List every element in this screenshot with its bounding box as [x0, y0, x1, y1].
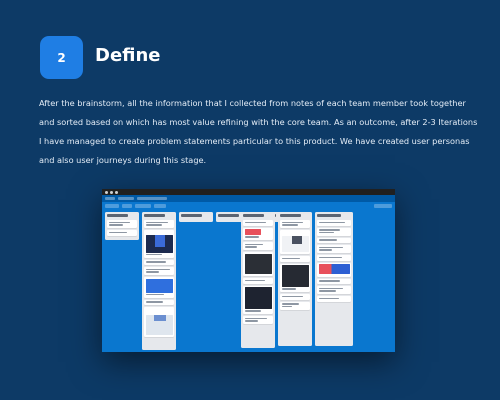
boards-icon: [118, 197, 134, 200]
list-title: [144, 214, 165, 217]
search-field: [137, 197, 167, 200]
menu-chip: [374, 204, 392, 208]
list-card: [243, 278, 273, 284]
visibility-chip: [154, 204, 166, 208]
board-list: [241, 212, 275, 348]
section-title: Define: [95, 45, 161, 66]
list-card: [280, 294, 310, 300]
list-card: [280, 230, 310, 254]
list-title: [280, 214, 301, 217]
board-lists: [105, 212, 392, 350]
board-list: [179, 212, 213, 222]
list-card: [317, 237, 351, 243]
list-card: [144, 299, 174, 305]
team-chip: [135, 204, 151, 208]
step-number: 2: [57, 50, 66, 65]
list-card: [280, 301, 310, 310]
list-card: [144, 220, 174, 228]
list-title: [107, 214, 128, 217]
list-card: [243, 316, 273, 324]
list-card: [280, 263, 310, 292]
list-card: [317, 278, 351, 284]
kanban-board-screenshot: [102, 189, 395, 352]
board-name-chip: [105, 204, 119, 208]
list-card: [317, 296, 351, 302]
list-card: [144, 267, 174, 275]
list-card: [317, 286, 351, 294]
list-card: [280, 256, 310, 262]
list-card: [243, 227, 273, 240]
list-title: [181, 214, 202, 217]
list-title: [317, 214, 341, 217]
list-card: [317, 262, 351, 277]
list-card: [317, 227, 351, 236]
list-title: [218, 214, 239, 217]
board-list: [142, 212, 176, 350]
board-toolbar: [102, 202, 395, 210]
list-card: [144, 230, 174, 258]
list-card: [243, 242, 273, 250]
list-card: [144, 307, 174, 337]
list-card: [317, 255, 351, 261]
list-title: [243, 214, 264, 217]
board-list: [278, 212, 312, 346]
list-card: [107, 230, 137, 236]
window-control-icon: [105, 190, 108, 194]
section-description: After the brainstorm, all the informatio…: [39, 98, 478, 165]
step-number-badge: 2: [40, 36, 83, 79]
home-icon: [105, 197, 115, 200]
window-control-icon: [115, 190, 118, 194]
list-card: [107, 220, 137, 228]
window-control-icon: [110, 190, 113, 194]
list-card: [144, 277, 174, 298]
list-card: [144, 259, 174, 265]
list-card: [317, 245, 351, 253]
list-card: [243, 285, 273, 314]
list-card: [243, 252, 273, 276]
list-card: [243, 220, 273, 226]
list-card: [317, 220, 351, 226]
star-icon: [122, 204, 132, 208]
board-list: [315, 212, 353, 346]
app-header-bar: [102, 195, 395, 202]
list-card: [280, 220, 310, 228]
board-list: [105, 212, 139, 240]
